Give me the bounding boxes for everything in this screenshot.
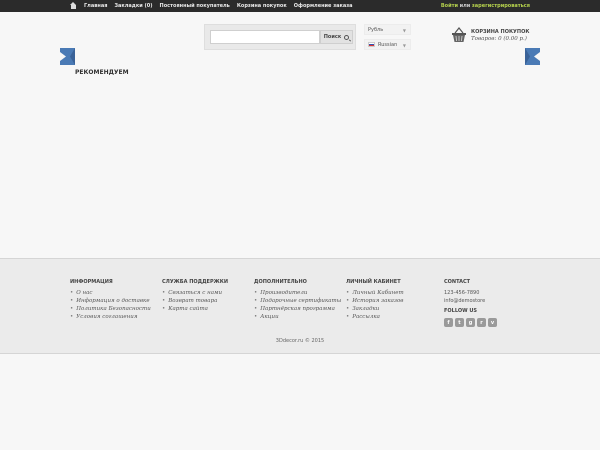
language-value: Russian <box>378 41 398 48</box>
footer-link[interactable]: Связаться с нами <box>162 289 228 297</box>
footer-link[interactable]: Акции <box>254 313 341 321</box>
currency-value: Рубль <box>368 27 384 33</box>
rss-icon[interactable]: r <box>477 318 486 327</box>
currency-select[interactable]: Рубль ▼ <box>364 24 411 35</box>
register-link[interactable]: зарегистрироваться <box>472 3 530 9</box>
footer-column-contact: CONTACT 123-456-7890 info@demostore FOLL… <box>444 279 497 327</box>
search-button-label: Поиск <box>323 34 342 40</box>
flag-icon <box>368 42 375 47</box>
nav-bookmarks[interactable]: Закладки (0) <box>114 3 152 9</box>
footer-link[interactable]: Производители <box>254 289 341 297</box>
footer-link[interactable]: Партнёрская программа <box>254 305 341 313</box>
nav-checkout[interactable]: Оформление заказа <box>294 3 353 9</box>
social-links: f t g r v <box>444 318 497 327</box>
top-bar: Главная Закладки (0) Постоянный покупате… <box>0 0 600 12</box>
contact-email[interactable]: info@demostore <box>444 297 497 305</box>
search-box: Поиск <box>204 24 356 50</box>
footer-link[interactable]: Информация о доставке <box>70 297 151 305</box>
basket-icon <box>452 27 466 42</box>
top-nav: Главная Закладки (0) Постоянный покупате… <box>70 2 353 9</box>
follow-us-title: FOLLOW US <box>444 308 478 314</box>
nav-account[interactable]: Постоянный покупатель <box>160 3 230 9</box>
footer-column-title: ДОПОЛНИТЕЛЬНО <box>254 279 307 285</box>
footer-column-title: ИНФОРМАЦИЯ <box>70 279 113 285</box>
footer-link[interactable]: Личный Кабинет <box>346 289 403 297</box>
footer-column-title: ЛИЧНЫЙ КАБИНЕТ <box>346 279 401 285</box>
footer-column-info: ИНФОРМАЦИЯ О нас Информация о доставке П… <box>70 279 151 321</box>
section-title: РЕКОМЕНДУЕМ <box>75 69 129 76</box>
nav-cart[interactable]: Корзина покупок <box>237 3 287 9</box>
contact-phone: 123-456-7890 <box>444 290 480 296</box>
vimeo-icon[interactable]: v <box>488 318 497 327</box>
footer-column-title: CONTACT <box>444 279 471 285</box>
footer-link[interactable]: Условия соглашения <box>70 313 151 321</box>
chevron-down-icon: ▼ <box>402 28 406 33</box>
language-select[interactable]: Russian ▼ <box>364 39 411 50</box>
footer-column-support: СЛУЖБА ПОДДЕРЖКИ Связаться с нами Возвра… <box>162 279 228 313</box>
login-or-text: или <box>459 3 471 9</box>
login-links: Войти или зарегистрироваться <box>441 3 530 9</box>
chevron-down-icon: ▼ <box>402 43 406 48</box>
search-input[interactable] <box>210 30 320 44</box>
copyright: 3Ddecor.ru © 2015 <box>275 338 325 344</box>
carousel-next-arrow-icon[interactable] <box>525 48 540 65</box>
footer-link[interactable]: Политика Безопасности <box>70 305 151 313</box>
footer-link[interactable]: Закладки <box>346 305 404 313</box>
facebook-icon[interactable]: f <box>444 318 453 327</box>
footer-column-title: СЛУЖБА ПОДДЕРЖКИ <box>162 279 229 285</box>
footer-link[interactable]: Рассылка <box>346 313 404 321</box>
footer-link[interactable]: Подарочные сертификаты <box>254 297 341 305</box>
login-link[interactable]: Войти <box>441 3 458 9</box>
home-icon[interactable] <box>70 2 77 9</box>
googleplus-icon[interactable]: g <box>466 318 475 327</box>
cart-title: КОРЗИНА ПОКУПОК <box>471 29 530 35</box>
cart-total: Товаров: 0 (0.00 р.) <box>471 36 527 42</box>
search-icon <box>344 34 350 40</box>
twitter-icon[interactable]: t <box>455 318 464 327</box>
footer-link[interactable]: Возврат товара <box>162 297 228 305</box>
footer-link[interactable]: История заказов <box>346 297 404 305</box>
footer-link[interactable]: Карта сайта <box>162 305 228 313</box>
nav-home[interactable]: Главная <box>84 3 107 9</box>
footer-link[interactable]: О нас <box>70 289 151 297</box>
carousel-prev-arrow-icon[interactable] <box>60 48 75 65</box>
cart-widget[interactable]: КОРЗИНА ПОКУПОК Товаров: 0 (0.00 р.) <box>451 27 541 47</box>
search-button[interactable]: Поиск <box>320 30 353 44</box>
footer-column-extras: ДОПОЛНИТЕЛЬНО Производители Подарочные с… <box>254 279 341 321</box>
footer-column-account: ЛИЧНЫЙ КАБИНЕТ Личный Кабинет История за… <box>346 279 404 321</box>
